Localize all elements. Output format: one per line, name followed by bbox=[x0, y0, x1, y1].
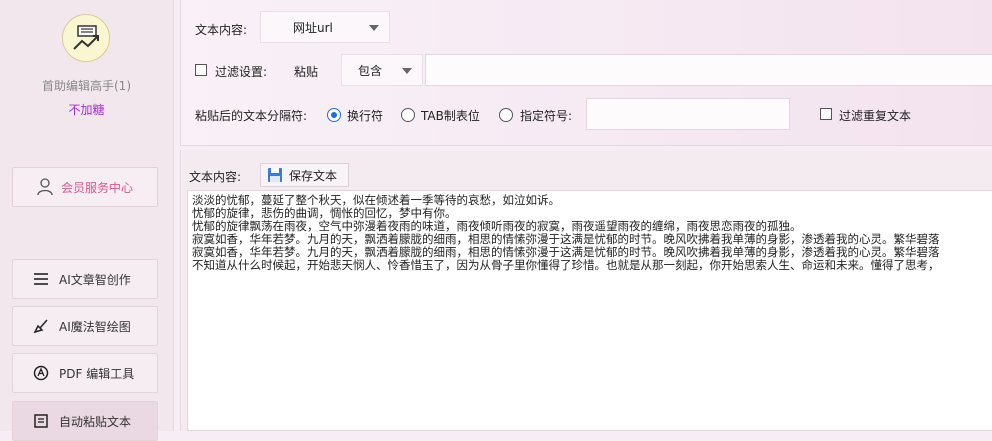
pdf-tool-icon bbox=[33, 365, 49, 381]
sidebar-item-label: PDF 编辑工具 bbox=[59, 366, 135, 381]
sidebar: 首助编辑高手(1) 不加糖 会员服务中心 AI文章智创作 AI魔法智绘图 PDF… bbox=[0, 0, 174, 441]
sidebar-item-label: AI文章智创作 bbox=[59, 272, 131, 287]
content-type-label: 文本内容: bbox=[195, 23, 248, 37]
content-panel: 文本内容: 保存文本 淡淡的忧郁，蔓延了整个秋天，似在倾述着一季等待的哀愁，如泣… bbox=[180, 150, 992, 431]
save-text-label: 保存文本 bbox=[289, 168, 338, 183]
filter-checkbox[interactable] bbox=[195, 64, 207, 76]
member-center-button[interactable]: 会员服务中心 bbox=[12, 167, 158, 207]
settings-panel: 文本内容: 网址url 过滤设置: 粘贴 包含 粘贴后的文本分隔符: 换行符 T… bbox=[180, 0, 992, 146]
chart-trend-icon bbox=[73, 25, 99, 50]
sidebar-item-ai-article[interactable]: AI文章智创作 bbox=[12, 259, 158, 299]
app-status: 不加糖 bbox=[68, 103, 105, 117]
sidebar-item-label: 自动粘贴文本 bbox=[59, 414, 132, 429]
dedupe-label: 过滤重复文本 bbox=[839, 109, 912, 123]
separator-newline-label: 换行符 bbox=[347, 109, 384, 123]
dedupe-checkbox[interactable] bbox=[820, 108, 832, 120]
content-type-value: 网址url bbox=[293, 20, 333, 35]
app-logo bbox=[62, 14, 110, 62]
filter-text-input[interactable] bbox=[425, 54, 992, 86]
separator-tab-radio[interactable] bbox=[401, 108, 415, 122]
separator-label: 粘贴后的文本分隔符: bbox=[195, 109, 308, 123]
save-icon bbox=[268, 168, 282, 182]
list-icon bbox=[34, 273, 48, 285]
paste-label: 粘贴 bbox=[294, 65, 319, 79]
user-icon bbox=[37, 178, 53, 196]
sidebar-item-pdf-tool[interactable]: PDF 编辑工具 bbox=[12, 353, 158, 393]
content-label: 文本内容: bbox=[189, 170, 242, 184]
save-text-button[interactable]: 保存文本 bbox=[260, 163, 349, 187]
paste-text-icon bbox=[34, 414, 48, 428]
sidebar-item-ai-drawing[interactable]: AI魔法智绘图 bbox=[12, 306, 158, 346]
chevron-down-icon bbox=[369, 25, 379, 31]
content-type-select[interactable]: 网址url bbox=[260, 11, 390, 43]
separator-symbol-label: 指定符号: bbox=[520, 109, 573, 123]
separator-newline-radio[interactable] bbox=[327, 108, 341, 122]
member-center-label: 会员服务中心 bbox=[60, 180, 133, 195]
filter-label: 过滤设置: bbox=[215, 65, 268, 79]
brush-icon bbox=[33, 319, 48, 334]
chevron-down-icon bbox=[402, 68, 412, 74]
editor-line: 不知道从什么时候起，开始悲天悯人、怜香惜玉了，因为从骨子里你懂得了珍惜。也就是从… bbox=[192, 258, 940, 272]
separator-symbol-radio[interactable] bbox=[499, 108, 513, 122]
sidebar-item-auto-paste[interactable]: 自动粘贴文本 bbox=[12, 401, 158, 441]
separator-tab-label: TAB制表位 bbox=[421, 109, 480, 123]
separator-symbol-input[interactable] bbox=[586, 98, 790, 130]
sidebar-item-label: AI魔法智绘图 bbox=[59, 319, 131, 334]
text-editor[interactable]: 淡淡的忧郁，蔓延了整个秋天，似在倾述着一季等待的哀愁，如泣如诉。 忧郁的旋律，悲… bbox=[187, 190, 992, 431]
filter-mode-value: 包含 bbox=[358, 63, 383, 78]
filter-mode-select[interactable]: 包含 bbox=[341, 54, 423, 86]
app-name: 首助编辑高手(1) bbox=[42, 79, 131, 93]
